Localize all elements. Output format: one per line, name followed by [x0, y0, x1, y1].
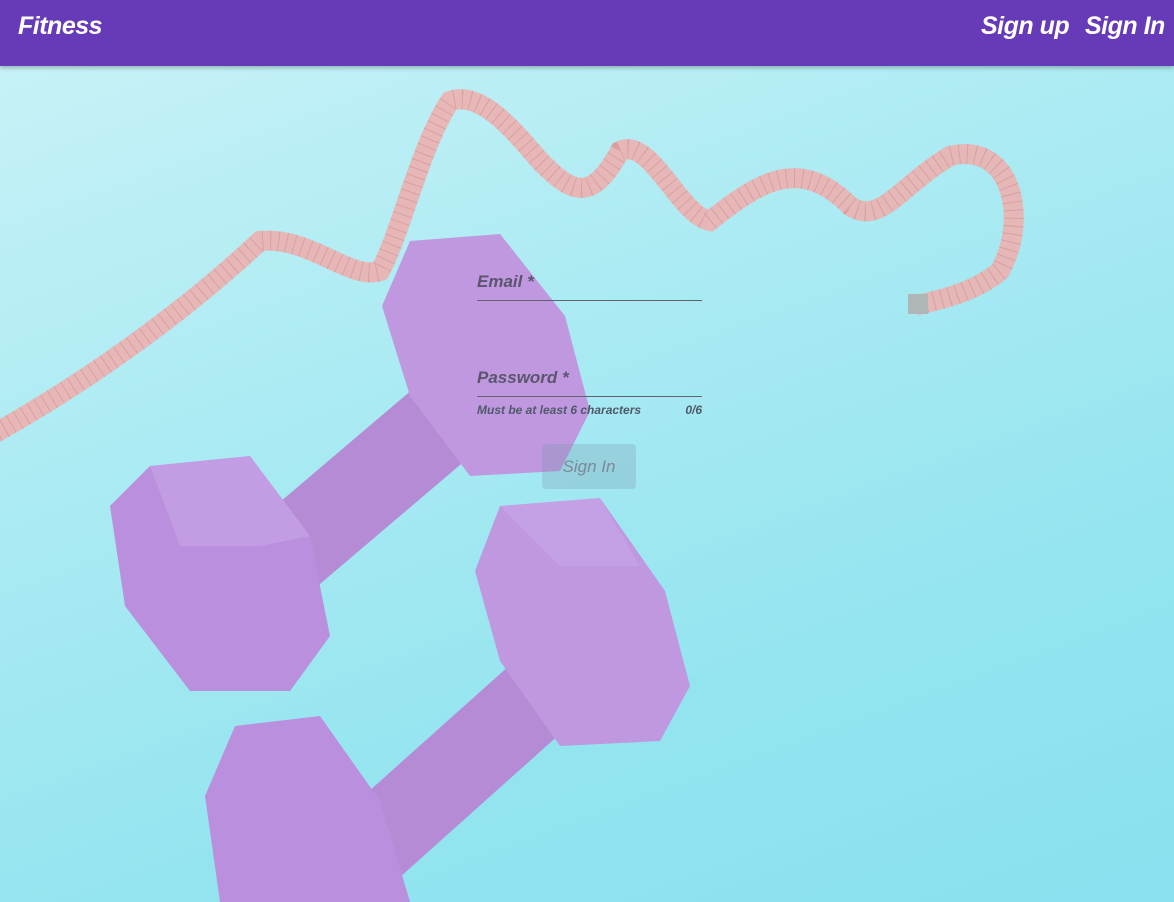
password-hint-row: Must be at least 6 characters 0/6 [477, 403, 702, 417]
app-bar: Fitness Sign up Sign In [0, 0, 1174, 66]
signin-link[interactable]: Sign In [1085, 12, 1165, 41]
password-input[interactable] [477, 372, 702, 397]
email-input[interactable] [477, 276, 702, 301]
password-counter: 0/6 [685, 403, 702, 417]
password-field[interactable]: Password * [477, 368, 702, 398]
password-hint: Must be at least 6 characters [477, 403, 642, 417]
brand-title[interactable]: Fitness [18, 12, 103, 41]
signup-link[interactable]: Sign up [981, 12, 1070, 41]
email-field[interactable]: Email * [477, 272, 702, 302]
signin-button[interactable]: Sign In [542, 444, 636, 489]
